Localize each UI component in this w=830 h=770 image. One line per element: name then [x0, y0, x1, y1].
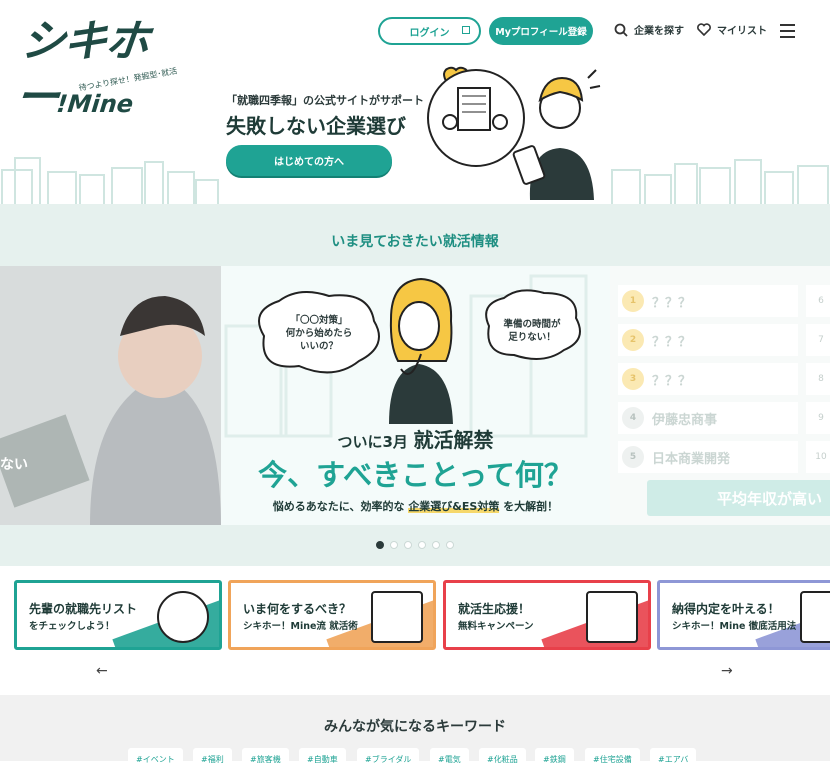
slide-line1: ついに3月 就活解禁	[221, 424, 610, 453]
slide-caption-pre: 悩めるあなたに、効率的な	[272, 500, 405, 513]
ranking-side-rank: 10	[806, 441, 830, 473]
search-icon	[614, 23, 628, 37]
slide-headline: 今、すべきことって何？	[258, 458, 573, 492]
rank-company-name: ？？？	[652, 334, 692, 350]
ranking-cta[interactable]: 平均年収が高い	[647, 480, 830, 516]
rank-company-name: ？？？	[652, 373, 692, 389]
keyword-tag[interactable]: #鉄鋼	[535, 748, 574, 770]
carousel-dot[interactable]	[446, 541, 454, 549]
login-button[interactable]: ログイン	[378, 17, 481, 45]
worried-student-illustration	[389, 277, 453, 424]
heart-icon	[697, 23, 711, 36]
keyword-tag[interactable]: #福利	[193, 748, 232, 770]
rank-company-name: 日本商業開発	[652, 451, 731, 467]
rank-company-name: 伊藤忠商事	[652, 412, 718, 428]
slide-caption-post: を大解剖！	[503, 500, 559, 513]
bubble-right-text: 準備の時間が 足りない！	[503, 319, 561, 343]
ranking-side-rank: 9	[806, 402, 830, 434]
promo-banner[interactable]: 就活生応援！ 無料キャンペーン	[443, 580, 651, 650]
arrow-left-icon[interactable]: ←	[96, 663, 108, 679]
keyword-tag[interactable]: #旅客機	[242, 748, 289, 770]
ranking-row[interactable]: 4 伊藤忠商事	[618, 402, 798, 434]
rank-company-name: ？？？	[652, 295, 692, 311]
external-link-icon	[462, 26, 470, 34]
slide-line1-big: 就活解禁	[413, 428, 494, 452]
hero-title: 失敗しない企業選び	[226, 114, 406, 138]
keyword-tag[interactable]: #電気	[430, 748, 469, 770]
city-skyline-illustration	[1, 157, 829, 205]
banner-illustration	[800, 591, 830, 643]
banner-line1: 就活生応援！	[458, 602, 531, 616]
carousel-dot[interactable]	[390, 541, 398, 549]
keyword-tag[interactable]: #ブライダル	[357, 748, 420, 770]
rank-badge: 5	[622, 446, 644, 468]
carousel-slide-active[interactable]: 「〇〇対策」 何から始めたら いいの？ 準備の時間が 足りない！ ついに3月 就…	[221, 266, 610, 525]
ranking-row[interactable]: 1 ？？？	[618, 285, 798, 317]
banner-line2: をチェックしよう！	[29, 621, 115, 632]
banner-illustration	[371, 591, 423, 643]
promo-banner[interactable]: いま何をするべき？ シキホー！Mine流 就活術	[228, 580, 436, 650]
ranking-row[interactable]: 5 日本商業開発	[618, 441, 798, 473]
banner-line1: 納得内定を叶える！	[672, 602, 780, 616]
carousel-dot[interactable]	[418, 541, 426, 549]
banner-line2: シキホー！Mine流 就活術	[243, 621, 358, 632]
banner-line2: シキホー！Mine 徹底活用法	[672, 621, 797, 632]
nav-search-label: 企業を探す	[634, 26, 684, 37]
slide-line1-small: ついに3月	[337, 433, 408, 451]
banner-illustration	[157, 591, 209, 643]
previous-slide-caption: ない	[0, 457, 28, 473]
keyword-tag[interactable]: #自動車	[299, 748, 346, 770]
site-logo[interactable]: シキホー!Mine 待つより探せ！発掘型･就活	[13, 14, 178, 123]
ranking-row[interactable]: 2 ？？？	[618, 324, 798, 356]
banner-illustration	[586, 591, 638, 643]
banner-line1: いま何をするべき？	[243, 602, 352, 616]
arrow-right-icon[interactable]: →	[721, 663, 733, 679]
carousel-pagination	[376, 541, 454, 549]
nav-mylist[interactable]: マイリスト	[697, 22, 767, 37]
banner-line1: 先輩の就職先リスト	[29, 602, 138, 616]
ranking-side-rank: 7	[806, 324, 830, 356]
rank-badge: 2	[622, 329, 644, 351]
ranking-side-rank: 8	[806, 363, 830, 395]
bubble-left-text: 「〇〇対策」 何から始めたら いいの？	[285, 315, 353, 352]
keyword-tag[interactable]: #住宅設備	[585, 748, 640, 770]
carousel-dot[interactable]	[376, 541, 384, 549]
hero-illustration	[427, 66, 601, 200]
hero-subtitle: 「就職四季報」の公式サイトがサポート	[226, 94, 424, 107]
keyword-tag[interactable]: #イベント	[128, 748, 183, 770]
carousel-slide-previous[interactable]: ない	[0, 266, 221, 525]
promo-banner[interactable]: 先輩の就職先リスト をチェックしよう！	[14, 580, 222, 650]
nav-mylist-label: マイリスト	[717, 26, 767, 37]
profile-register-button[interactable]: Myプロフィール登録	[489, 17, 593, 45]
ranking-row[interactable]: 3 ？？？	[618, 363, 798, 395]
student-photo	[0, 266, 221, 525]
banner-line2: 無料キャンペーン	[458, 621, 534, 632]
keyword-tag[interactable]: #化粧品	[479, 748, 526, 770]
slide-caption: 悩めるあなたに、効率的な 企業選び&ES対策 を大解剖！	[221, 498, 610, 514]
slide-caption-highlight: 企業選び&ES対策	[408, 500, 500, 513]
promo-banner[interactable]: 納得内定を叶える！ シキホー！Mine 徹底活用法	[657, 580, 830, 650]
keyword-section-title: みんなが気になるキーワード	[324, 719, 506, 735]
rank-badge: 3	[622, 368, 644, 390]
rank-badge: 4	[622, 407, 644, 429]
keyword-tag[interactable]: #エアバ	[650, 748, 697, 770]
menu-icon[interactable]	[780, 24, 795, 38]
ranking-side-rank: 6	[806, 285, 830, 317]
rank-badge: 1	[622, 290, 644, 312]
carousel-slide-next[interactable]: 1 ？？？ 6 2 ？？？ 7 3 ？？？ 8 4 伊藤忠商事 9 5 日本商業開発 10 平均年収が高い	[610, 266, 830, 525]
carousel-dot[interactable]	[404, 541, 412, 549]
login-label: ログイン	[409, 27, 450, 39]
info-section-title: いま見ておきたい就活情報	[331, 234, 499, 250]
carousel-dot[interactable]	[432, 541, 440, 549]
nav-search-companies[interactable]: 企業を探す	[614, 22, 684, 37]
